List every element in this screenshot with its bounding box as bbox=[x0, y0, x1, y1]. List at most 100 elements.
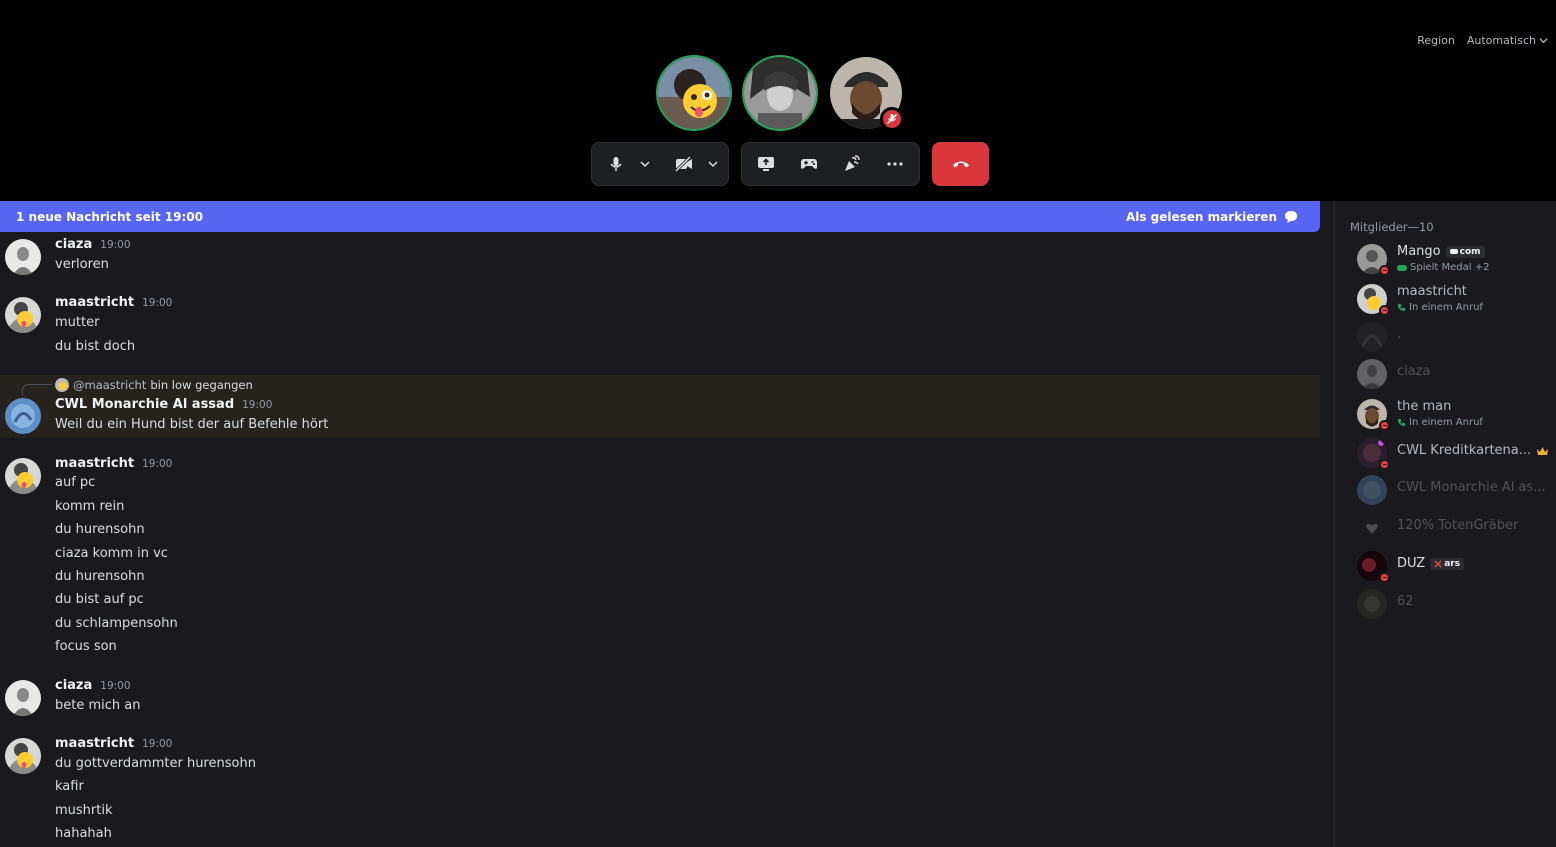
hang-up-icon bbox=[952, 161, 969, 168]
message-header: ciaza 19:00 bbox=[55, 237, 131, 252]
author-name[interactable]: ciaza bbox=[55, 237, 92, 252]
message-text: focus son bbox=[55, 639, 117, 654]
reply-reference[interactable]: @maastricht bin low gegangen bbox=[55, 378, 253, 392]
avatar[interactable] bbox=[5, 239, 41, 275]
guild-tag-text: com bbox=[1459, 246, 1481, 257]
more-button[interactable] bbox=[877, 146, 913, 182]
member-item[interactable]: CWL Kreditkartena... bbox=[1349, 437, 1555, 470]
member-item[interactable]: the man In einem Anruf bbox=[1349, 398, 1555, 431]
message-text: du schlampensohn bbox=[55, 616, 178, 631]
microphone-button[interactable] bbox=[598, 146, 634, 182]
member-activity: In einem Anruf bbox=[1397, 417, 1483, 428]
region-value-dropdown[interactable]: Automatisch bbox=[1467, 34, 1548, 47]
member-item[interactable]: . bbox=[1349, 321, 1555, 353]
member-item[interactable]: Mango com Spielt Medal +2 bbox=[1349, 243, 1555, 276]
dnd-status-icon bbox=[1379, 305, 1390, 316]
message-text: hahahah bbox=[55, 826, 112, 841]
chevron-down-icon bbox=[708, 161, 718, 168]
avatar bbox=[744, 57, 816, 129]
message-text: du bist auf pc bbox=[55, 592, 144, 607]
share-screen-button[interactable] bbox=[748, 146, 784, 182]
member-name: CWL Monarchie Al as... bbox=[1397, 480, 1546, 495]
member-activity: In einem Anruf bbox=[1397, 302, 1483, 313]
dnd-status-icon bbox=[1379, 420, 1390, 431]
gamepad-icon bbox=[801, 159, 817, 169]
soundboard-button[interactable] bbox=[834, 146, 870, 182]
message-text: kafir bbox=[55, 779, 84, 794]
avatar[interactable] bbox=[5, 680, 41, 716]
message-text: bete mich an bbox=[55, 698, 141, 713]
new-messages-text: 1 neue Nachricht seit 19:00 bbox=[16, 209, 203, 224]
message-text: du gottverdammter hurensohn bbox=[55, 756, 256, 771]
member-name-row: Mango com bbox=[1397, 244, 1485, 259]
message-list: 1 neue Nachricht seit 19:00 Als gelesen … bbox=[0, 201, 1320, 847]
camera-options-button[interactable] bbox=[704, 146, 722, 182]
member-item[interactable]: CWL Monarchie Al as... bbox=[1349, 474, 1555, 506]
mark-as-read-label: Als gelesen markieren bbox=[1125, 209, 1277, 224]
call-controls bbox=[591, 142, 989, 186]
message-text: mutter bbox=[55, 315, 100, 330]
author-name[interactable]: maastricht bbox=[55, 456, 134, 471]
member-list-header: Mitglieder—10 bbox=[1350, 220, 1434, 234]
new-messages-bar[interactable]: 1 neue Nachricht seit 19:00 Als gelesen … bbox=[0, 201, 1320, 232]
member-list: Mitglieder—10 Mango com Spielt Medal +2 … bbox=[1334, 201, 1556, 847]
message-text: verloren bbox=[55, 257, 109, 272]
dnd-status-icon bbox=[1379, 459, 1390, 470]
author-name[interactable]: CWL Monarchie Al assad bbox=[55, 397, 234, 412]
controller-icon bbox=[1449, 249, 1458, 254]
timestamp: 19:00 bbox=[142, 738, 173, 750]
call-participants bbox=[658, 57, 904, 131]
timestamp: 19:00 bbox=[142, 458, 173, 470]
member-item[interactable]: ciaza bbox=[1349, 358, 1555, 390]
member-item[interactable]: DUZ ars bbox=[1349, 550, 1555, 583]
member-activity: Spielt Medal +2 bbox=[1397, 262, 1489, 273]
member-name: maastricht bbox=[1397, 284, 1467, 299]
participant-avatar-maastricht[interactable] bbox=[658, 57, 730, 129]
member-item[interactable]: 62 bbox=[1349, 588, 1555, 620]
timestamp: 19:00 bbox=[242, 399, 273, 411]
avatar bbox=[658, 57, 730, 129]
crown-icon bbox=[1537, 446, 1549, 455]
member-name: Mango bbox=[1397, 244, 1441, 259]
chevron-down-icon bbox=[640, 161, 650, 168]
disconnect-button[interactable] bbox=[932, 142, 989, 186]
avatar bbox=[1357, 589, 1387, 619]
guild-tag: ars bbox=[1430, 557, 1465, 570]
timestamp: 19:00 bbox=[142, 297, 173, 309]
avatar bbox=[1357, 513, 1387, 543]
member-item[interactable]: 120% TotenGräber bbox=[1349, 512, 1555, 544]
swords-icon bbox=[1434, 560, 1442, 567]
avatar[interactable] bbox=[5, 297, 41, 333]
mark-as-read-button[interactable]: Als gelesen markieren bbox=[1126, 210, 1298, 224]
region-value: Automatisch bbox=[1466, 34, 1536, 47]
avatar[interactable] bbox=[5, 398, 41, 434]
author-name[interactable]: maastricht bbox=[55, 736, 134, 751]
author-name[interactable]: maastricht bbox=[55, 295, 134, 310]
avatar[interactable] bbox=[5, 738, 41, 774]
gamepad-icon bbox=[1397, 264, 1407, 271]
member-name-row: CWL Kreditkartena... bbox=[1397, 443, 1549, 458]
member-name: 120% TotenGräber bbox=[1397, 518, 1519, 533]
more-icon bbox=[887, 162, 903, 166]
region-selector[interactable]: Region Automatisch bbox=[1417, 34, 1548, 47]
region-label: Region bbox=[1417, 34, 1455, 47]
avatar bbox=[1357, 359, 1387, 389]
member-name: 62 bbox=[1397, 594, 1414, 609]
member-item[interactable]: maastricht In einem Anruf bbox=[1349, 283, 1555, 316]
reply-mention[interactable]: @maastricht bbox=[73, 378, 146, 392]
reply-connector bbox=[22, 384, 52, 396]
microphone-icon bbox=[610, 157, 622, 171]
activities-button[interactable] bbox=[791, 146, 827, 182]
phone-icon bbox=[1397, 303, 1406, 312]
reply-text: bin low gegangen bbox=[150, 378, 253, 392]
participant-avatar-ciaza[interactable] bbox=[744, 57, 816, 129]
participant-avatar-the-man[interactable] bbox=[830, 57, 904, 131]
camera-button[interactable] bbox=[666, 146, 702, 182]
avatar[interactable] bbox=[5, 458, 41, 494]
microphone-options-button[interactable] bbox=[636, 146, 654, 182]
member-name: . bbox=[1397, 327, 1402, 342]
camera-off-icon bbox=[675, 156, 692, 172]
message-text: du bist doch bbox=[55, 339, 136, 354]
guild-tag-text: ars bbox=[1444, 558, 1461, 569]
author-name[interactable]: ciaza bbox=[55, 678, 92, 693]
